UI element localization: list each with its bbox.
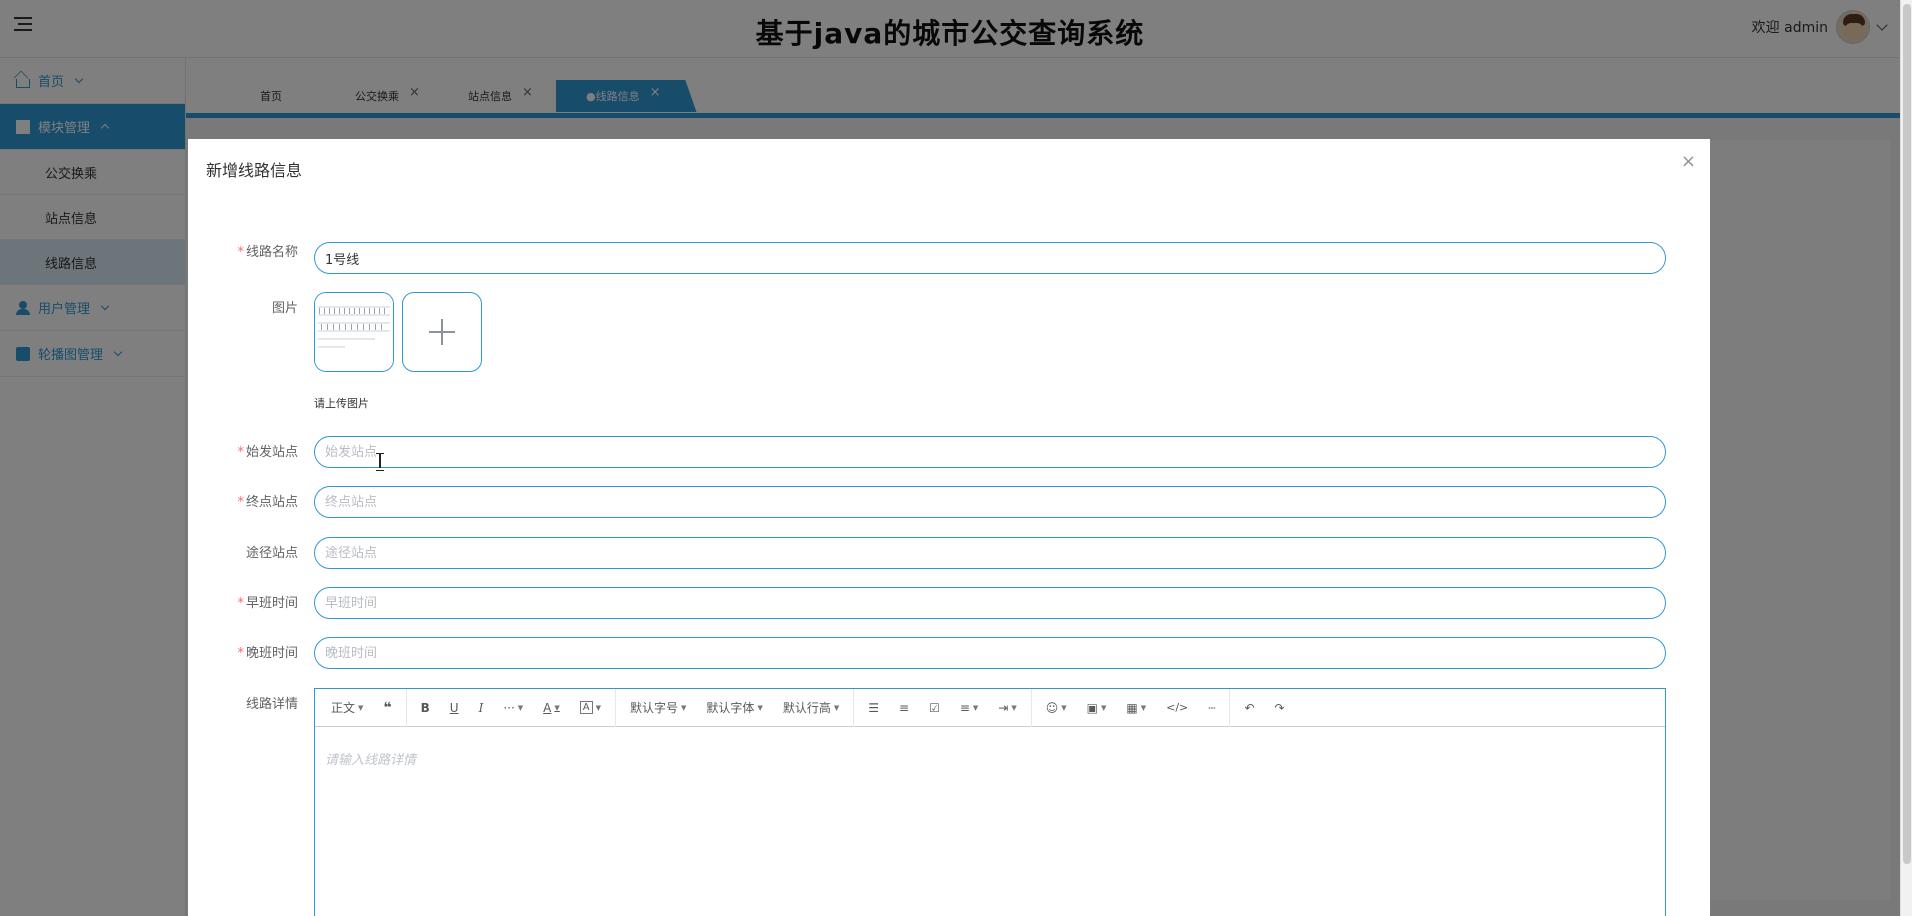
editor-toolbar: 正文 ▼ ❝ B U I ··· ▼ A ▼ A ▼ 默认字号 ▼ 默认字体 ▼ 默认行高 ▼… (315, 688, 1665, 727)
italic-icon[interactable]: I (469, 689, 494, 727)
undo-icon[interactable]: ↶ (1234, 689, 1264, 727)
start-station-input[interactable] (314, 436, 1666, 468)
dialog-title: 新增线路信息 (206, 161, 303, 180)
background-color-icon[interactable]: A ▼ (570, 689, 611, 727)
image-label: 图片 (271, 301, 298, 316)
todo-list-icon[interactable]: ☑ (919, 689, 950, 727)
editor-placeholder: 请输入线路详情 (325, 753, 417, 768)
font-family-select[interactable]: 默认字体 ▼ (696, 689, 772, 727)
quote-icon[interactable]: ❝ (373, 689, 401, 727)
end-station-input[interactable] (314, 486, 1666, 518)
emoji-icon[interactable]: ☺ ▼ (1036, 689, 1077, 727)
indent-icon[interactable]: ⇥ ▼ (988, 689, 1026, 727)
rich-text-editor[interactable]: 正文 ▼ ❝ B U I ··· ▼ A ▼ A ▼ 默认字号 ▼ 默认字体 ▼ 默认行高 ▼… (314, 688, 1666, 916)
scrollbar-thumb[interactable] (1903, 4, 1911, 864)
bullet-list-icon[interactable]: ☰ (858, 689, 889, 727)
align-icon[interactable]: ≡ ▼ (950, 689, 988, 727)
insert-image-icon[interactable]: ▣ ▼ (1077, 689, 1117, 727)
first-bus-label: * 早班时间 (237, 596, 298, 611)
insert-table-icon[interactable]: ▦ ▼ (1116, 689, 1156, 727)
upload-tip: 请上传图片 (314, 397, 369, 410)
paragraph-format-select[interactable]: 正文 ▼ (321, 689, 373, 727)
code-icon[interactable]: </> (1156, 689, 1198, 727)
via-stations-input[interactable] (314, 537, 1666, 569)
divider-icon[interactable]: ┄ (1198, 689, 1225, 727)
via-stations-label: 途径站点 (245, 546, 298, 561)
page-scrollbar[interactable] (1900, 0, 1912, 916)
route-name-label: * 线路名称 (237, 245, 298, 260)
underline-icon[interactable]: U (440, 689, 469, 727)
font-size-select[interactable]: 默认字号 ▼ (620, 689, 696, 727)
bold-icon[interactable]: B (411, 689, 440, 727)
uploaded-image-thumbnail[interactable] (314, 292, 394, 372)
end-station-label: * 终点站点 (237, 495, 298, 510)
close-icon[interactable]: × (1681, 153, 1696, 171)
font-color-icon[interactable]: A ▼ (533, 689, 570, 727)
text-cursor-icon (376, 453, 384, 471)
redo-icon[interactable]: ↷ (1265, 689, 1295, 727)
plus-icon (429, 319, 455, 345)
line-height-select[interactable]: 默认行高 ▼ (773, 689, 849, 727)
route-name-input[interactable] (314, 242, 1666, 274)
last-bus-label: * 晚班时间 (237, 646, 298, 661)
details-label: 线路详情 (245, 697, 298, 712)
first-bus-input[interactable] (314, 587, 1666, 619)
start-station-label: * 始发站点 (237, 445, 298, 460)
more-styles-icon[interactable]: ··· ▼ (493, 689, 533, 727)
numbered-list-icon[interactable]: ≡ (889, 689, 919, 727)
last-bus-input[interactable] (314, 637, 1666, 669)
upload-image-button[interactable] (402, 292, 482, 372)
add-route-dialog: 新增线路信息 × *线路名称 图片 请上传图片 *始发站 (188, 139, 1710, 916)
